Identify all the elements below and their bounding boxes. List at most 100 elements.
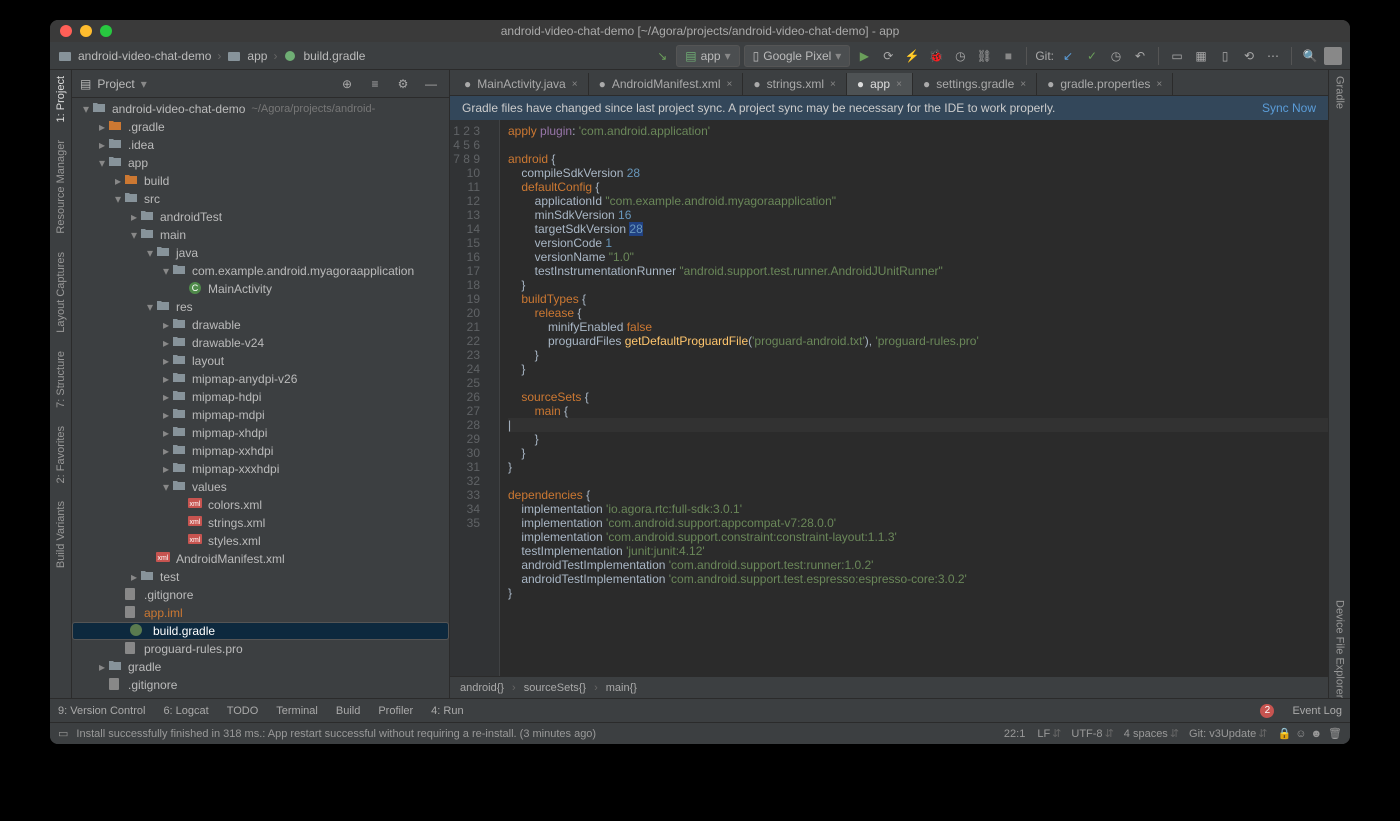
editor-fold-column[interactable] [486,120,500,676]
left-tab-layout[interactable]: Layout Captures [55,252,67,333]
face-neutral-icon[interactable]: ☻ [1310,728,1322,740]
avd-icon[interactable]: ▭ [1167,46,1187,66]
tree-node[interactable]: xmlAndroidManifest.xml [72,550,449,568]
search-icon[interactable]: 🔍 [1300,46,1320,66]
stop-icon[interactable]: ■ [998,46,1018,66]
close-icon[interactable]: × [1020,79,1026,90]
tree-node[interactable]: ▾values [72,478,449,496]
tree-node[interactable]: ▾src [72,190,449,208]
lock-icon[interactable]: 🔒 [1278,727,1292,740]
editor-tab[interactable]: ●MainActivity.java× [454,73,589,95]
edcrumb-item[interactable]: main{} [606,682,637,694]
tree-node[interactable]: ▸build [72,172,449,190]
tree-node[interactable]: ▾android-video-chat-demo~/Agora/projects… [72,100,449,118]
locate-icon[interactable]: ⊕ [337,74,357,94]
apply-changes-icon[interactable]: ⟳ [878,46,898,66]
tree-node[interactable]: ▾main [72,226,449,244]
bottom-tab-profiler[interactable]: Profiler [378,705,413,717]
tree-node[interactable]: xmlcolors.xml [72,496,449,514]
expand-icon[interactable]: ≡ [365,74,385,94]
tree-node[interactable]: ▸mipmap-anydpi-v26 [72,370,449,388]
bottom-tab-vc[interactable]: 9: Version Control [58,705,145,717]
run-icon[interactable]: ▶ [854,46,874,66]
tree-node[interactable]: ▸androidTest [72,208,449,226]
sync-icon[interactable]: ⟲ [1239,46,1259,66]
status-le[interactable]: LF [1037,728,1050,740]
tree-node[interactable]: ▸mipmap-mdpi [72,406,449,424]
tree-node[interactable]: ▾app [72,154,449,172]
tree-node[interactable]: ▾java [72,244,449,262]
avatar[interactable] [1324,47,1342,65]
left-tab-favorites[interactable]: 2: Favorites [55,426,67,483]
editor-tab[interactable]: ●settings.gradle× [913,73,1037,95]
git-history-icon[interactable]: ◷ [1106,46,1126,66]
sdk-icon[interactable]: ▦ [1191,46,1211,66]
sync-now-link[interactable]: Sync Now [1262,101,1316,115]
tree-node[interactable]: ▸test [72,568,449,586]
bottom-tab-todo[interactable]: TODO [227,705,259,717]
git-revert-icon[interactable]: ↶ [1130,46,1150,66]
edcrumb-item[interactable]: android{} [460,682,504,694]
bottom-tab-logcat[interactable]: 6: Logcat [163,705,208,717]
apply-code-icon[interactable]: ⚡ [902,46,922,66]
tree-node[interactable]: build.gradle [72,622,449,640]
editor-gutter[interactable]: 1 2 3 4 5 6 7 8 9 10 11 12 13 14 15 16 1… [450,120,486,676]
tree-node[interactable]: CMainActivity [72,280,449,298]
tree-node[interactable]: .gitignore [72,586,449,604]
right-tab-gradle[interactable]: Gradle [1334,76,1346,109]
tree-node[interactable]: ▸drawable [72,316,449,334]
device-select[interactable]: ▯Google Pixel▾ [744,45,851,67]
left-tab-buildvariants[interactable]: Build Variants [55,501,67,568]
right-tab-device-explorer[interactable]: Device File Explorer [1334,600,1346,698]
crumb-app[interactable]: app [247,49,267,63]
editor-content[interactable]: apply plugin: 'com.android.application' … [500,120,1328,676]
make-button[interactable]: ↘ [652,46,672,66]
close-icon[interactable]: × [572,79,578,90]
hide-icon[interactable]: — [421,74,441,94]
status-pos[interactable]: 22:1 [1004,728,1025,740]
memory-icon[interactable]: 🗑 [1328,727,1342,740]
left-tab-project[interactable]: 1: Project [55,76,67,122]
left-tab-structure[interactable]: 7: Structure [55,351,67,408]
debug-icon[interactable]: 🐞 [926,46,946,66]
status-indent[interactable]: 4 spaces [1124,728,1168,740]
project-tree[interactable]: ▾android-video-chat-demo~/Agora/projects… [72,98,449,698]
panel-toggle-icon[interactable]: ▭ [58,727,68,740]
bottom-tab-build[interactable]: Build [336,705,360,717]
left-tab-resource[interactable]: Resource Manager [55,140,67,234]
tree-node[interactable]: ▸mipmap-hdpi [72,388,449,406]
tree-node[interactable]: ▸drawable-v24 [72,334,449,352]
tree-node[interactable]: .gitignore [72,676,449,694]
git-commit-icon[interactable]: ✓ [1082,46,1102,66]
edcrumb-item[interactable]: sourceSets{} [524,682,586,694]
bottom-tab-run[interactable]: 4: Run [431,705,463,717]
layout-icon[interactable]: ▯ [1215,46,1235,66]
close-icon[interactable]: × [1156,79,1162,90]
crumb-file[interactable]: build.gradle [303,49,365,63]
git-update-icon[interactable]: ↙ [1058,46,1078,66]
tree-node[interactable]: xmlstrings.xml [72,514,449,532]
gear-icon[interactable]: ⚙ [393,74,413,94]
run-config-select[interactable]: ▤app▾ [676,45,739,67]
attach-icon[interactable]: ⛓ [974,46,994,66]
tree-node[interactable]: ▾res [72,298,449,316]
tree-node[interactable]: proguard-rules.pro [72,640,449,658]
more-icon[interactable]: ⋯ [1263,46,1283,66]
tree-node[interactable]: ▸mipmap-xxhdpi [72,442,449,460]
status-git[interactable]: Git: v3Update [1189,728,1256,740]
event-log-button[interactable]: Event Log [1292,705,1342,717]
close-icon[interactable]: × [727,79,733,90]
tree-node[interactable]: ▾com.example.android.myagoraapplication [72,262,449,280]
face-ok-icon[interactable]: ☺ [1295,728,1306,740]
tree-node[interactable]: ▸.gradle [72,118,449,136]
tree-node[interactable]: xmlstyles.xml [72,532,449,550]
close-icon[interactable]: × [830,79,836,90]
tree-node[interactable]: ▸gradle [72,658,449,676]
tree-node[interactable]: ▸layout [72,352,449,370]
tree-node[interactable]: ▸.idea [72,136,449,154]
tree-node[interactable]: ▸mipmap-xxxhdpi [72,460,449,478]
status-enc[interactable]: UTF-8 [1071,728,1102,740]
editor-tab[interactable]: ●gradle.properties× [1037,73,1173,95]
editor-tab[interactable]: ●app× [847,73,913,95]
tree-node[interactable]: ▸mipmap-xhdpi [72,424,449,442]
